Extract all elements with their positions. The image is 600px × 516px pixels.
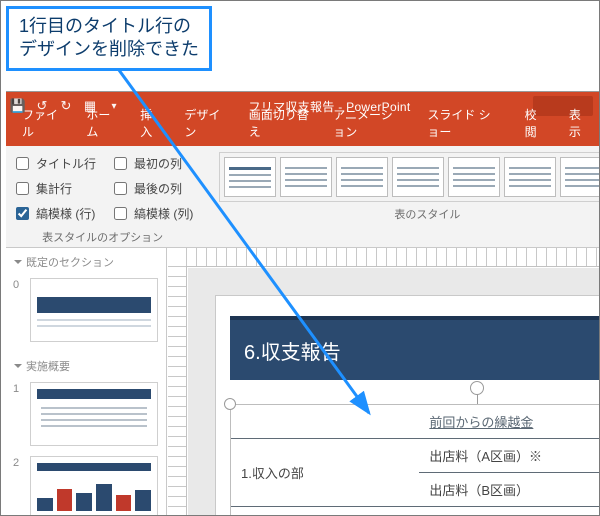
table-row: 収入合計 (231, 507, 599, 516)
ruler-vertical (168, 266, 187, 516)
table-row: 1.収入の部出店料（A区画）※ (231, 439, 599, 473)
thumb-number: 2 (13, 457, 19, 469)
style-gallery[interactable]: ▴▾▿ (219, 152, 600, 202)
tab-animations[interactable]: アニメーション (323, 101, 413, 146)
slide-thumb-1[interactable]: 1 (30, 382, 158, 446)
style-thumb[interactable] (224, 157, 276, 197)
tab-transitions[interactable]: 画面切り替え (239, 101, 319, 146)
income-table[interactable]: 前回からの繰越金 1.収入の部出店料（A区画）※ 出店料（B区画） 収入合計 (231, 405, 599, 516)
chk-label: 縞模様 (行) (36, 205, 95, 222)
style-thumb[interactable] (504, 157, 556, 197)
cell[interactable]: 収入合計 (419, 507, 599, 516)
ribbon-body: タイトル行 最初の列 集計行 最後の列 縞模様 (行) 縞模様 (列) 表スタイ… (6, 146, 599, 248)
callout-line1: 1行目のタイトル行の (19, 16, 191, 36)
section-header[interactable]: 既定のセクション (6, 248, 166, 274)
chk-label: 集計行 (36, 180, 72, 197)
tab-slideshow[interactable]: スライド ショー (417, 101, 510, 146)
start-show-icon[interactable]: ▦ (78, 94, 102, 118)
ribbon-tabs: ファイル ホーム 挿入 デザイン 画面切り替え アニメーション スライド ショー… (6, 120, 599, 146)
chk-label: 最後の列 (134, 180, 182, 197)
slide-canvas[interactable]: 6.収支報告 前回からの繰越金 1.収入の部出店料（A区画）※ 出店料（B区画）… (188, 268, 599, 516)
thumb-number: 1 (13, 383, 19, 395)
slide-title[interactable]: 6.収支報告 (230, 316, 599, 380)
redo-icon[interactable]: ↻ (54, 94, 78, 118)
chk-title-row[interactable]: タイトル行 (12, 154, 96, 173)
chk-first-col[interactable]: 最初の列 (110, 154, 193, 173)
slide[interactable]: 6.収支報告 前回からの繰越金 1.収入の部出店料（A区画）※ 出店料（B区画）… (216, 296, 599, 516)
group-caption: 表スタイルのオプション (42, 229, 163, 245)
style-thumb[interactable] (560, 157, 600, 197)
group-table-styles: ▴▾▿ 表のスタイル (219, 152, 600, 245)
tab-review[interactable]: 校閲 (515, 101, 555, 146)
tab-view[interactable]: 表示 (559, 101, 599, 146)
slide-thumb-0[interactable]: 0 (30, 278, 158, 342)
chk-total-row[interactable]: 集計行 (12, 179, 96, 198)
group-caption: 表のスタイル (394, 206, 460, 222)
ruler-horizontal (186, 248, 599, 267)
annotation-callout: 1行目のタイトル行の デザインを削除できた (6, 6, 212, 71)
style-thumb[interactable] (280, 157, 332, 197)
chk-label: 縞模様 (列) (134, 205, 193, 222)
chk-banded-cols[interactable]: 縞模様 (列) (110, 204, 193, 223)
slide-panel[interactable]: 既定のセクション 0 実施概要 1 2 3 (6, 248, 167, 516)
thumb-number: 0 (13, 279, 19, 291)
tab-design[interactable]: デザイン (174, 101, 234, 146)
table-row: 前回からの繰越金 (231, 405, 599, 439)
cell[interactable]: 出店料（B区画） (419, 473, 599, 507)
chk-label: タイトル行 (36, 155, 96, 172)
style-thumb[interactable] (336, 157, 388, 197)
chk-label: 最初の列 (134, 155, 182, 172)
cell[interactable]: 1.収入の部 (231, 439, 419, 507)
chk-banded-rows[interactable]: 縞模様 (行) (12, 204, 96, 223)
workspace: 既定のセクション 0 実施概要 1 2 3 (6, 248, 599, 516)
qat-more-icon[interactable]: ▾ (102, 94, 126, 118)
powerpoint-window: 💾 ↺ ↻ ▦ ▾ フリマ収支報告 - PowerPoint ファイル ホーム … (6, 91, 599, 515)
save-icon[interactable]: 💾 (6, 94, 30, 118)
resize-handle[interactable] (224, 398, 236, 410)
rotate-handle[interactable] (470, 381, 484, 395)
cell[interactable]: 出店料（A区画）※ (419, 439, 599, 473)
table-object[interactable]: 前回からの繰越金 1.収入の部出店料（A区画）※ 出店料（B区画） 収入合計 (230, 404, 599, 516)
slide-thumb-2[interactable]: 2 (30, 456, 158, 516)
style-thumb[interactable] (448, 157, 500, 197)
callout-line2: デザインを削除できた (19, 39, 199, 59)
tab-insert[interactable]: 挿入 (130, 101, 170, 146)
section-header[interactable]: 実施概要 (6, 352, 166, 378)
undo-icon[interactable]: ↺ (30, 94, 54, 118)
cell[interactable]: 前回からの繰越金 (419, 405, 599, 439)
group-style-options: タイトル行 最初の列 集計行 最後の列 縞模様 (行) 縞模様 (列) 表スタイ… (12, 152, 193, 245)
style-thumb[interactable] (392, 157, 444, 197)
chk-last-col[interactable]: 最後の列 (110, 179, 193, 198)
